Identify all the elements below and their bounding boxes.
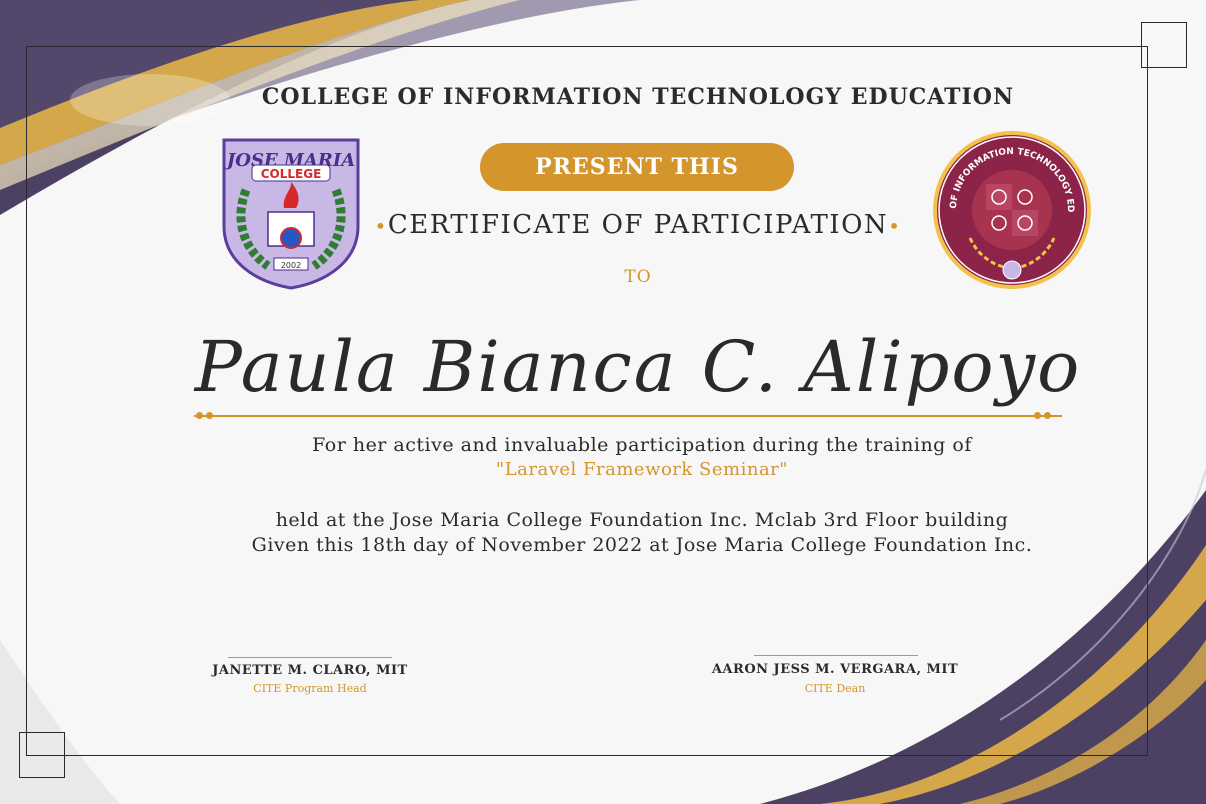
present-this-badge: PRESENT THIS <box>480 143 794 191</box>
rule-dot <box>196 412 203 419</box>
rule-dot <box>1044 412 1051 419</box>
signatory-role-left: CITE Program Head <box>253 682 367 695</box>
signatory-name-right: AARON JESS M. VERGARA, MIT <box>711 662 959 677</box>
venue-text: held at the Jose Maria College Foundatio… <box>275 509 1009 531</box>
signature-line-left <box>228 657 392 658</box>
logo-year-text: 2002 <box>281 261 301 270</box>
signatory-role-right: CITE Dean <box>804 682 866 695</box>
signatory-name-left: JANETTE M. CLARO, MIT <box>212 663 408 678</box>
rule-dot <box>206 412 213 419</box>
corner-square-top-right <box>1141 22 1187 68</box>
reason-text: For her active and invaluable participat… <box>312 434 972 456</box>
certificate-title: •CERTIFICATE OF PARTICIPATION• <box>300 210 976 240</box>
name-underline <box>194 415 1062 417</box>
college-heading: COLLEGE OF INFORMATION TECHNOLOGY EDUCAT… <box>261 84 1015 110</box>
rule-dot <box>1034 412 1041 419</box>
title-dot-right: • <box>888 214 902 238</box>
to-label: TO <box>624 267 652 287</box>
given-date-text: Given this 18th day of November 2022 at … <box>251 534 1033 556</box>
event-name: "Laravel Framework Seminar" <box>495 459 789 480</box>
corner-square-bottom-left <box>19 732 65 778</box>
logo-middle-text: COLLEGE <box>261 167 322 181</box>
signature-line-right <box>754 655 918 656</box>
title-dot-left: • <box>374 214 388 238</box>
certificate-title-text: CERTIFICATE OF PARTICIPATION <box>387 210 889 240</box>
recipient-name: Paula Bianca C. Alipoyo <box>194 326 1082 408</box>
